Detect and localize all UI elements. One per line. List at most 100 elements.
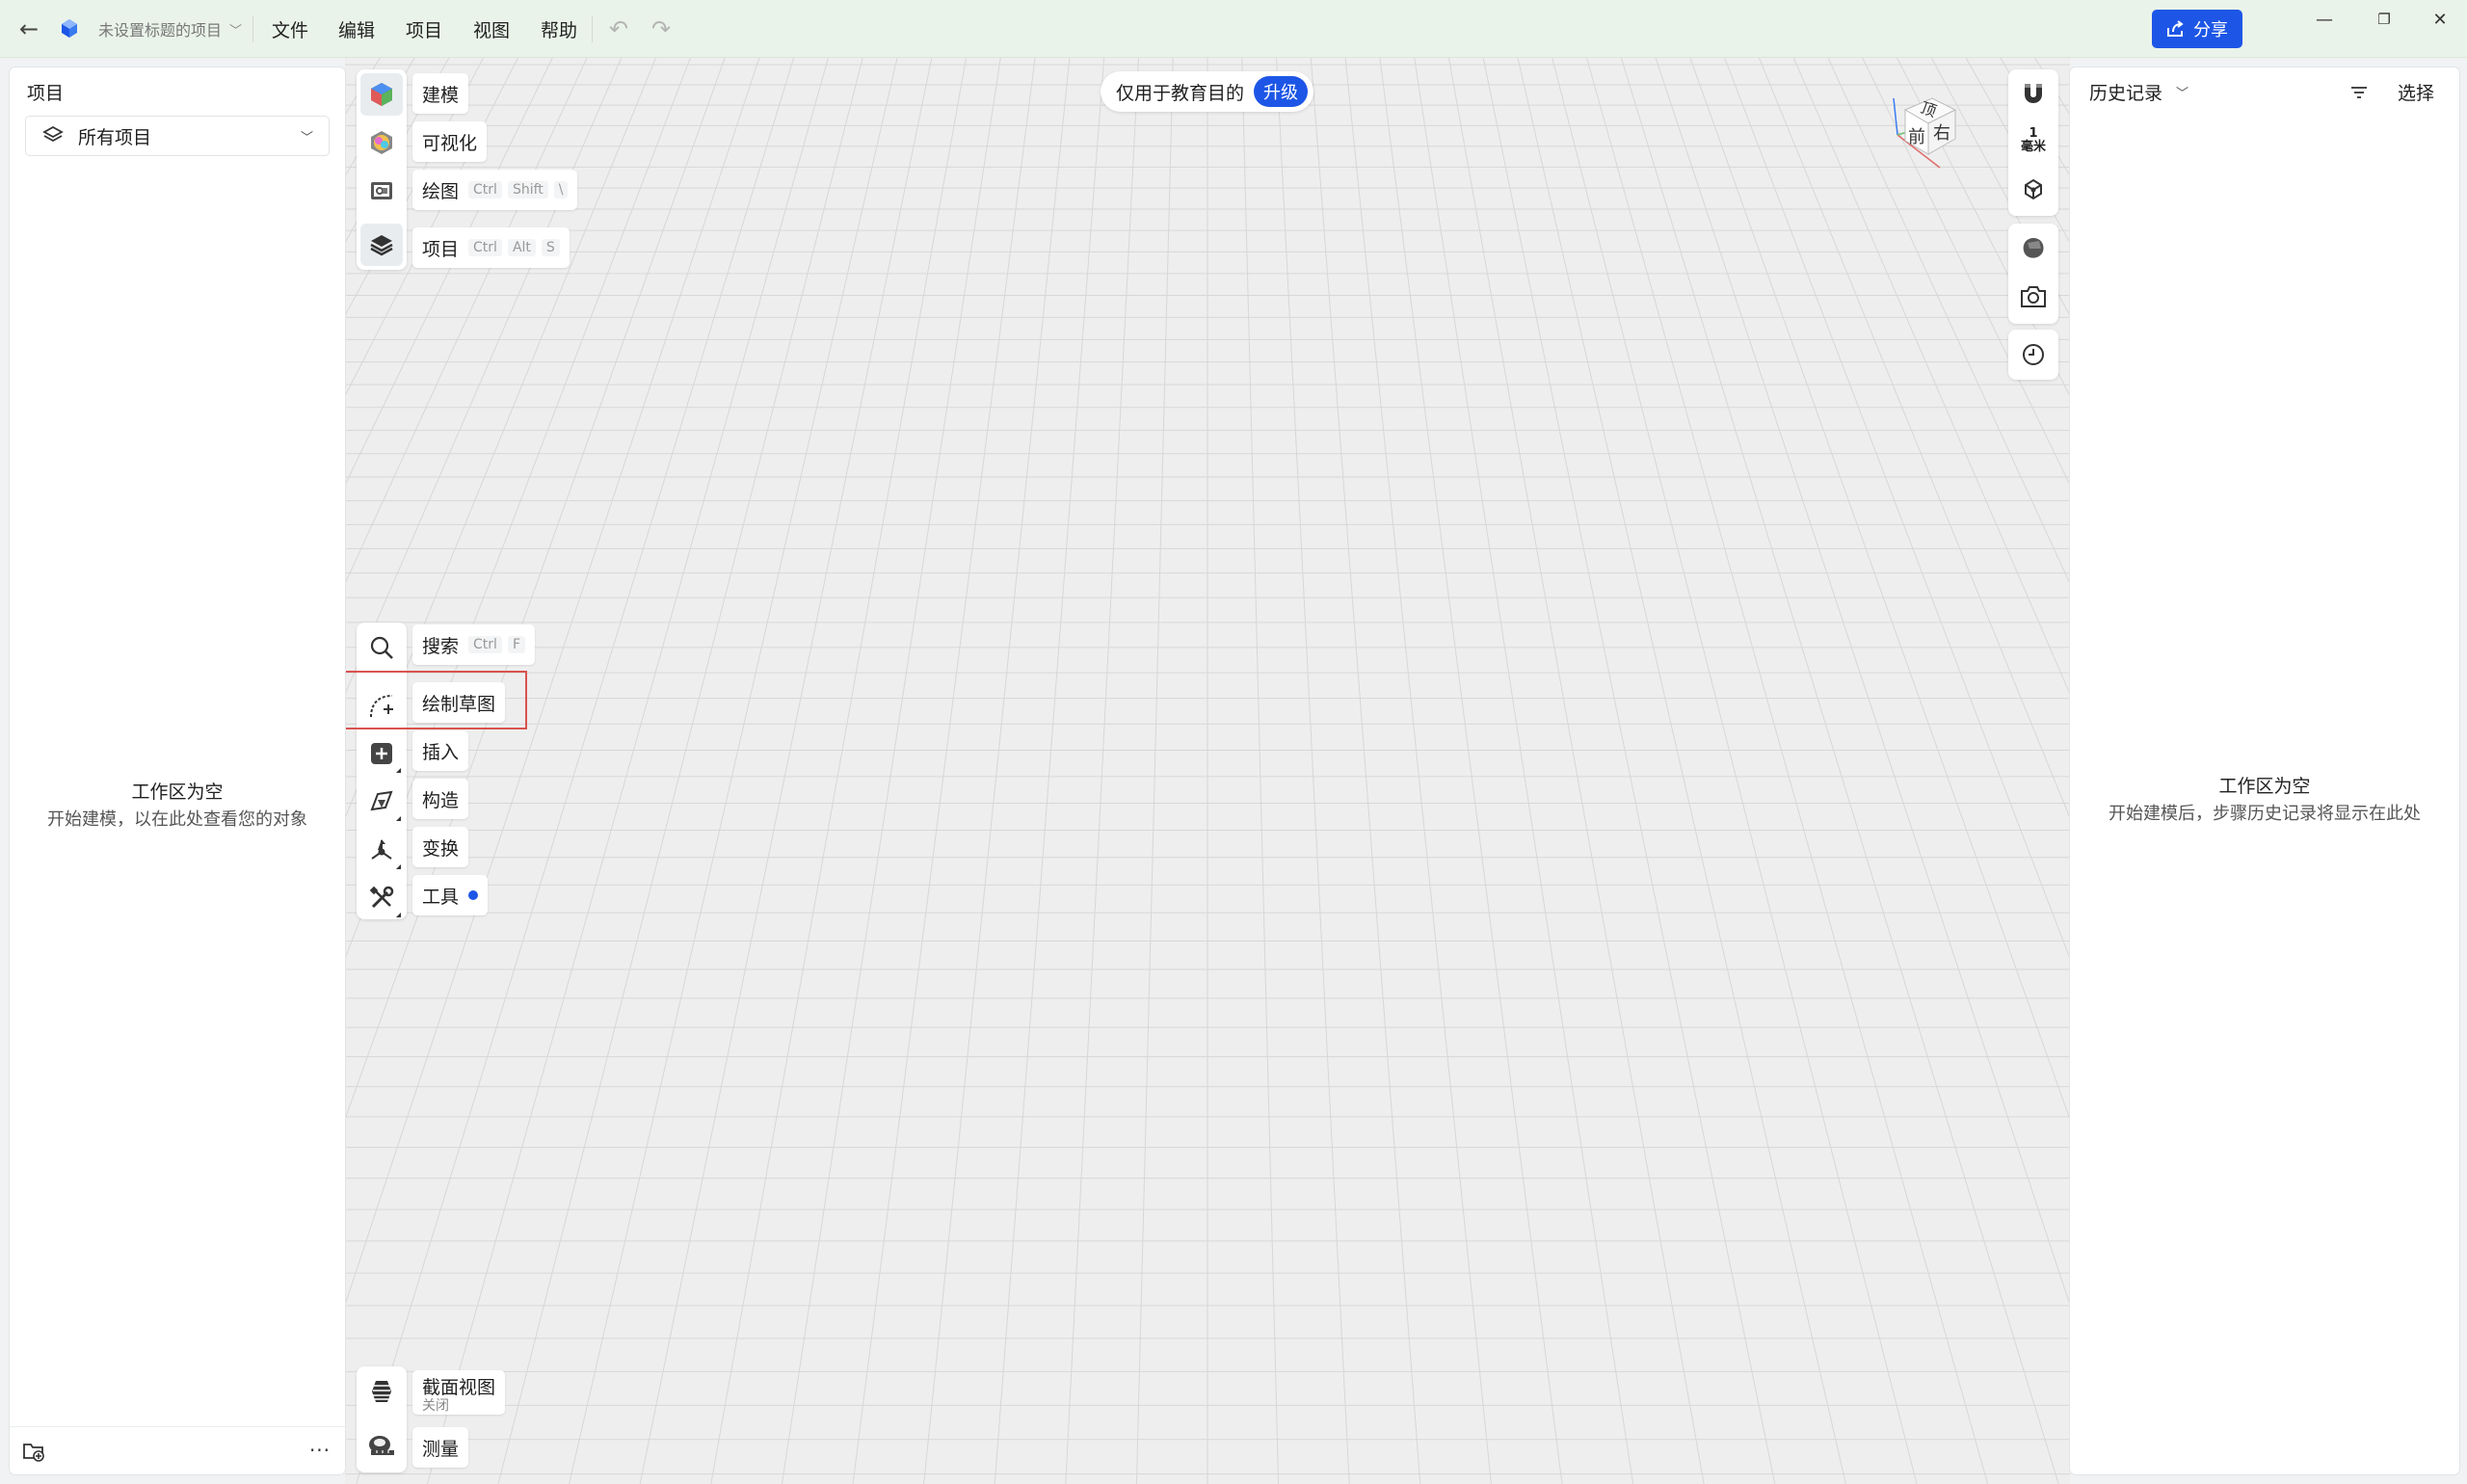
- scale-unit: 毫米: [2020, 140, 2046, 154]
- construct-button[interactable]: [360, 781, 403, 823]
- grid-scale: 1 毫米: [2021, 127, 2046, 154]
- search-label[interactable]: 搜索 Ctrl F: [412, 624, 535, 665]
- tool-name: 建模: [422, 84, 460, 106]
- shortcut-key: F: [507, 636, 525, 653]
- modeling-workspace-button[interactable]: [360, 73, 403, 116]
- project-panel: 项目 所有项目 ﹀ 工作区为空 开始建模，以在此处查看您的对象 ···: [10, 67, 345, 1474]
- app-logo-icon: [56, 0, 83, 58]
- section-view-state: 关闭: [422, 1397, 449, 1414]
- section-view-icon: [372, 1381, 391, 1402]
- measure-label[interactable]: 测量: [412, 1427, 469, 1468]
- shaded-sphere-icon: [2023, 238, 2044, 258]
- project-workspace-button[interactable]: [360, 224, 403, 266]
- search-button[interactable]: [360, 626, 403, 669]
- undo-icon[interactable]: ↶: [605, 0, 632, 58]
- panel-footer: ···: [10, 1426, 345, 1474]
- clock-icon: [2023, 344, 2044, 365]
- visualize-workspace-button[interactable]: [360, 121, 403, 164]
- project-label[interactable]: 项目 Ctrl Alt S: [412, 227, 570, 268]
- restore-icon[interactable]: ❐: [2365, 0, 2403, 39]
- transform-button[interactable]: [360, 829, 403, 871]
- redo-icon[interactable]: ↷: [648, 0, 675, 58]
- workspace-toolbar: [357, 69, 407, 270]
- grid-scale-button[interactable]: 1 毫米: [2012, 119, 2055, 162]
- insert-label[interactable]: 插入: [412, 730, 469, 771]
- modeling-cube-icon: [371, 83, 392, 106]
- pivot-cube-icon: [2025, 178, 2042, 200]
- history-toolbar: [2008, 330, 2058, 380]
- display-style-button[interactable]: [2012, 227, 2055, 270]
- filter-icon[interactable]: [2344, 77, 2374, 108]
- notification-dot: [468, 890, 479, 900]
- select-button[interactable]: 选择: [2384, 75, 2448, 108]
- shortcut-key: Ctrl: [468, 239, 502, 256]
- timeline-button[interactable]: [2012, 333, 2055, 376]
- snap-button[interactable]: [2012, 73, 2055, 116]
- modeling-label[interactable]: 建模: [412, 73, 469, 114]
- viewcube-front-label[interactable]: 前: [1908, 127, 1925, 147]
- history-dropdown[interactable]: 历史记录 ﹀: [2089, 79, 2188, 105]
- section-view-button[interactable]: [360, 1370, 403, 1413]
- ground-grid: [345, 58, 2070, 1484]
- education-banner: 仅用于教育目的 升级: [1101, 71, 1314, 112]
- empty-subtitle: 开始建模，以在此处查看您的对象: [47, 809, 307, 830]
- view-cube[interactable]: 顶 前 右: [1884, 89, 1961, 175]
- transform-label[interactable]: 变换: [412, 827, 469, 867]
- tool-name: 插入: [422, 741, 460, 763]
- tool-name: 变换: [422, 837, 460, 860]
- menu-project[interactable]: 项目: [406, 0, 442, 58]
- viewcube-right-label[interactable]: 右: [1933, 123, 1950, 144]
- construct-label[interactable]: 构造: [412, 779, 469, 819]
- shortcut-key: Ctrl: [468, 636, 502, 653]
- upgrade-button[interactable]: 升级: [1254, 76, 1309, 107]
- project-name-dropdown[interactable]: 未设置标题的项目 ﹀: [98, 0, 242, 58]
- shortcut-keys: Ctrl Alt S: [468, 239, 560, 256]
- tool-name: 项目: [422, 238, 460, 260]
- menu-view[interactable]: 视图: [473, 0, 510, 58]
- close-icon[interactable]: ✕: [2421, 0, 2459, 39]
- pivot-button[interactable]: [2012, 168, 2055, 210]
- shortcut-key: Alt: [507, 239, 536, 256]
- tools-button[interactable]: [360, 877, 403, 919]
- tool-name: 截面视图: [422, 1376, 496, 1398]
- display-toolbar: [2008, 224, 2058, 324]
- menu-file[interactable]: 文件: [272, 0, 308, 58]
- panel-title: 项目: [27, 83, 65, 104]
- drawing-label[interactable]: 绘图 Ctrl Shift \: [412, 170, 578, 210]
- menu-edit[interactable]: 编辑: [338, 0, 375, 58]
- panel-title: 历史记录: [2089, 83, 2163, 104]
- shortcut-key: S: [541, 239, 560, 256]
- shortcut-key: \: [553, 181, 569, 199]
- back-arrow-icon[interactable]: ←: [13, 0, 44, 58]
- minimize-icon[interactable]: —: [2305, 0, 2344, 39]
- chevron-down-icon: ﹀: [300, 130, 313, 146]
- insert-button[interactable]: [360, 732, 403, 775]
- 3d-viewport[interactable]: [345, 58, 2070, 1484]
- empty-title: 工作区为空: [2218, 776, 2311, 797]
- share-icon: [2167, 20, 2184, 37]
- visualize-label[interactable]: 可视化: [412, 121, 488, 162]
- share-button[interactable]: 分享: [2152, 10, 2242, 48]
- empty-title: 工作区为空: [131, 782, 224, 803]
- visualize-gem-icon: [371, 131, 392, 154]
- tools-label[interactable]: 工具: [412, 875, 489, 915]
- modeling-tools-toolbar: [357, 623, 407, 919]
- new-folder-icon[interactable]: [21, 1439, 46, 1464]
- project-name: 未设置标题的项目: [98, 21, 223, 40]
- project-filter-select[interactable]: 所有项目 ﹀: [25, 116, 330, 156]
- drawing-workspace-button[interactable]: [360, 170, 403, 212]
- measure-button[interactable]: [360, 1424, 403, 1467]
- search-icon: [370, 636, 393, 659]
- menu-help[interactable]: 帮助: [541, 0, 577, 58]
- empty-state: 工作区为空 开始建模后，步骤历史记录将显示在此处: [2070, 772, 2459, 825]
- screenshot-button[interactable]: [2012, 276, 2055, 318]
- highlight-box: [344, 671, 527, 729]
- scale-value: 1: [2029, 126, 2038, 141]
- shortcut-key: Ctrl: [468, 181, 502, 199]
- camera-icon: [2021, 286, 2046, 307]
- tool-name: 工具: [422, 886, 460, 908]
- section-view-label[interactable]: 截面视图 关闭: [412, 1370, 506, 1415]
- share-label: 分享: [2193, 20, 2228, 40]
- chevron-down-icon: ﹀: [229, 23, 243, 39]
- more-options-icon[interactable]: ···: [306, 1437, 333, 1464]
